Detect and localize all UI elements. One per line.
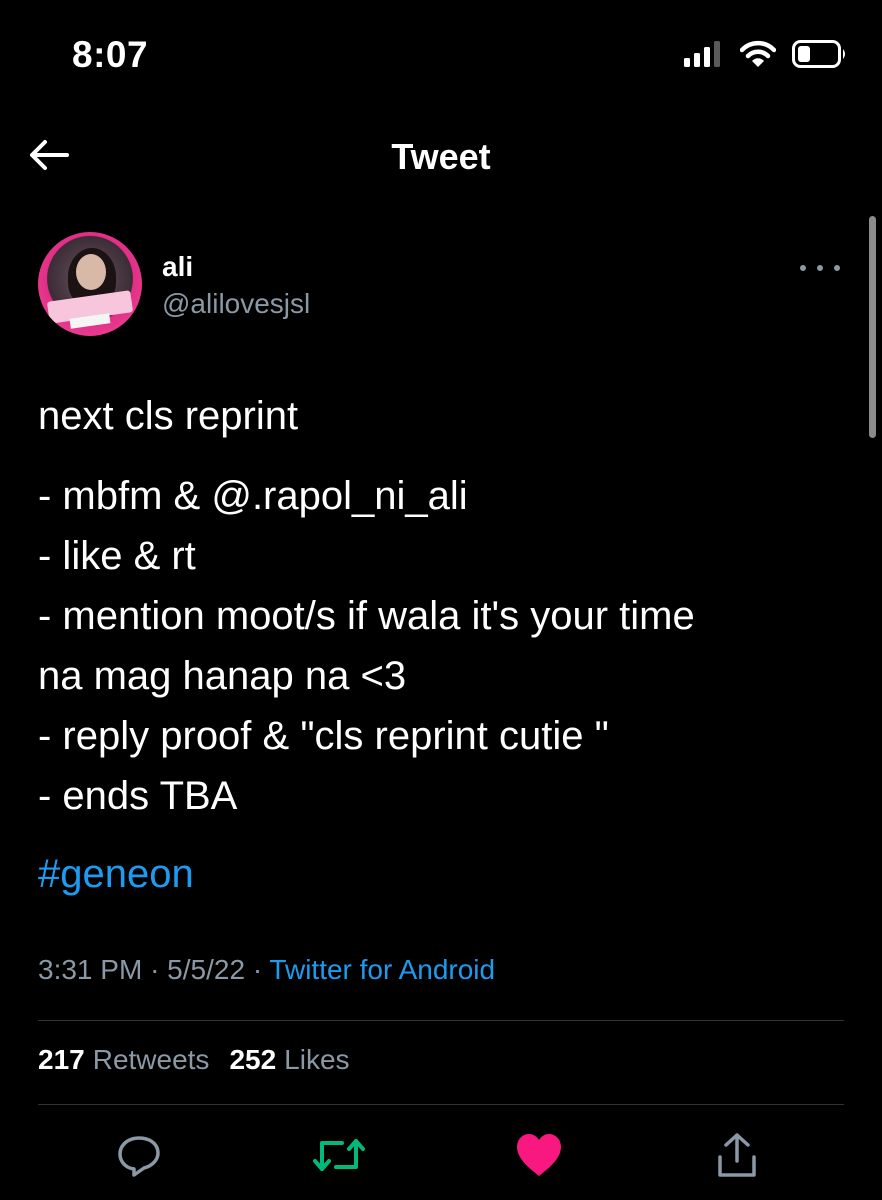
heart-icon (517, 1134, 561, 1176)
tweet-author[interactable]: ali @alilovesjsl (38, 232, 844, 342)
status-time: 8:07 (72, 34, 149, 75)
author-name[interactable]: ali (162, 250, 310, 284)
header: Tweet (0, 110, 882, 206)
page-title: Tweet (391, 136, 491, 177)
tweet-line: next cls reprint (38, 394, 299, 438)
tweet-text: next cls reprint - mbfm & @.rapol_ni_ali… (38, 386, 844, 904)
tweet-line: - like & rt (38, 534, 196, 578)
signal-icon (684, 41, 720, 67)
tweet-line: - mbfm & @.rapol_ni_ali (38, 474, 468, 518)
tweet-line: na mag hanap na <3 (38, 654, 407, 698)
wifi-icon (740, 40, 776, 67)
divider (38, 1020, 844, 1021)
retweet-button[interactable] (312, 1128, 366, 1182)
tweet-meta: 3:31 PM · 5/5/22 · Twitter for Android (38, 954, 495, 986)
likes-label: Likes (284, 1044, 350, 1075)
hashtag-link[interactable]: #geneon (38, 844, 194, 904)
author-handle[interactable]: @alilovesjsl (162, 284, 310, 324)
tweet-line: - ends TBA (38, 774, 238, 818)
meta-separator: · (252, 954, 270, 985)
reply-button[interactable] (112, 1128, 166, 1182)
avatar[interactable] (38, 232, 142, 336)
divider (38, 1104, 844, 1105)
tweet: ali @alilovesjsl next cls reprint - mbfm… (38, 232, 844, 904)
author-info[interactable]: ali @alilovesjsl (162, 250, 310, 324)
tweet-line: - mention moot/s if wala it's your time (38, 594, 695, 638)
tweet-stats: 217 Retweets 252 Likes (38, 1044, 350, 1076)
likes-count: 252 (229, 1044, 277, 1075)
retweets-stat[interactable]: 217 Retweets (38, 1044, 209, 1076)
likes-stat[interactable]: 252 Likes (229, 1044, 349, 1076)
tweet-actions (0, 1124, 882, 1184)
scrollbar[interactable] (869, 216, 876, 438)
status-icons (684, 40, 848, 68)
retweet-icon (313, 1139, 365, 1171)
tweet-time: 3:31 PM (38, 954, 143, 985)
more-options-button[interactable] (800, 258, 840, 278)
more-horizontal-icon (800, 265, 806, 271)
status-bar: 8:07 (0, 0, 882, 110)
tweet-line: - reply proof & "cls reprint cutie " (38, 714, 609, 758)
like-button[interactable] (512, 1128, 566, 1182)
tweet-date: 5/5/22 (167, 954, 246, 985)
share-icon (718, 1133, 756, 1177)
meta-separator: · (150, 954, 168, 985)
retweets-label: Retweets (92, 1044, 210, 1075)
tweet-source-link[interactable]: Twitter for Android (269, 954, 495, 985)
share-button[interactable] (710, 1128, 764, 1182)
reply-icon (118, 1136, 160, 1177)
battery-icon (792, 40, 845, 68)
retweets-count: 217 (38, 1044, 85, 1075)
